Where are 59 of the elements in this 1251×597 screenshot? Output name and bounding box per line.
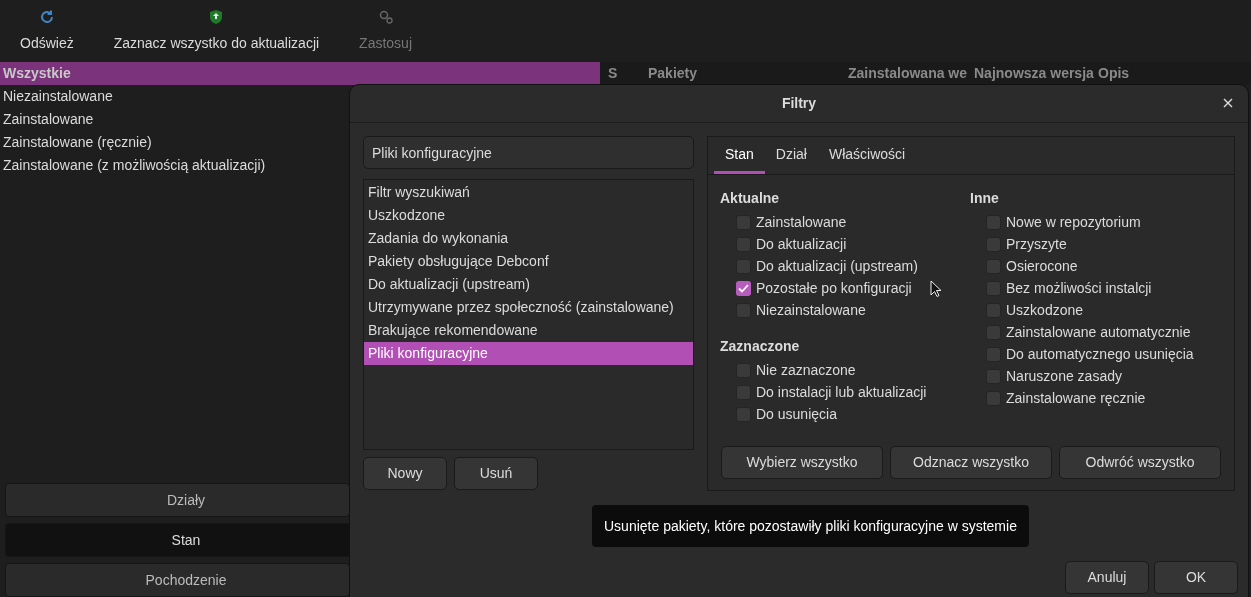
gears-icon	[377, 8, 394, 25]
column-header[interactable]: Pakiety	[640, 63, 840, 84]
checkbox-label: Do automatycznego usunięcia	[1006, 344, 1194, 364]
tab[interactable]: Właściwości	[817, 137, 917, 174]
shield-arrow-icon	[208, 8, 225, 25]
toolbar-button[interactable]: Odśwież	[0, 0, 94, 62]
checkbox-label: Nowe w repozytorium	[1006, 212, 1141, 232]
dialog-button[interactable]: Anuluj	[1065, 561, 1149, 594]
toolbar-button[interactable]: Zaznacz wszystko do aktualizacji	[93, 0, 340, 62]
dialog-button[interactable]: OK	[1154, 561, 1238, 594]
checkbox-label: Do aktualizacji (upstream)	[756, 256, 918, 276]
tab[interactable]: Stan	[714, 137, 765, 174]
view-button[interactable]: Stan	[5, 523, 350, 557]
checkbox[interactable]	[736, 280, 751, 296]
section-heading: Aktualne	[720, 188, 781, 208]
section-heading: Zaznaczone	[720, 336, 801, 356]
mouse-cursor-icon	[930, 280, 942, 298]
view-button[interactable]: Pochodzenie	[5, 563, 350, 597]
checkbox-label: Do instalacji lub aktualizacji	[756, 382, 927, 402]
filter-list-item[interactable]: Utrzymywane przez społeczność (zainstalowane)	[364, 296, 693, 319]
column-header[interactable]: Opis	[1094, 63, 1130, 84]
column-header[interactable]: S	[600, 63, 640, 84]
checkbox-label: Bez możliwości instalcji	[1006, 278, 1152, 298]
list-button[interactable]: Nowy	[363, 457, 447, 490]
filter-list-item[interactable]: Brakujące rekomendowane	[364, 319, 693, 342]
filter-list-item[interactable]: Pakiety obsługujące Debconf	[364, 250, 693, 273]
column-header[interactable]: Zainstalowana we	[840, 63, 970, 84]
tab[interactable]: Dział	[764, 137, 818, 174]
checkbox-label: Naruszone zasady	[1006, 366, 1122, 386]
dialog-title: Filtry	[781, 94, 817, 113]
section-heading: Inne	[970, 188, 1000, 208]
checkbox-label: Zainstalowane automatycznie	[1006, 322, 1191, 342]
checkbox-label: Do usunięcia	[756, 404, 837, 424]
checkbox-label: Nie zaznaczone	[756, 360, 856, 380]
check-icon	[738, 283, 749, 293]
checkbox-label: Osierocone	[1006, 256, 1078, 276]
list-button[interactable]: Usuń	[454, 457, 538, 490]
refresh-icon	[38, 8, 55, 25]
tooltip: Usunięte pakiety, które pozostawiły pliki konfiguracyjne w systemie	[592, 505, 1029, 547]
filter-name-field[interactable]: Pliki konfiguracyjne	[363, 136, 694, 169]
checkbox-label: Przyszyte	[1006, 234, 1067, 254]
checkbox-label: Zainstalowane	[756, 212, 847, 232]
filter-list-item[interactable]: Zadania do wykonania	[364, 227, 693, 250]
checkbox-label: Zainstalowane ręcznie	[1006, 388, 1146, 408]
view-button[interactable]: Działy	[5, 483, 350, 517]
filter-list-item[interactable]: Uszkodzone	[364, 204, 693, 227]
checkbox-label: Niezainstalowane	[756, 300, 866, 320]
filter-list-item[interactable]: Pliki konfiguracyjne	[364, 342, 693, 365]
category-item[interactable]: Wszystkie	[0, 62, 600, 85]
checkbox-label: Pozostałe po konfiguracji	[756, 278, 912, 298]
panel-button[interactable]: Wybierz wszystko	[721, 446, 883, 479]
panel-button[interactable]: Odznacz wszystko	[890, 446, 1052, 479]
checkbox-label: Uszkodzone	[1006, 300, 1084, 320]
close-icon	[1223, 98, 1233, 108]
filter-list-item[interactable]: Do aktualizacji (upstream)	[364, 273, 693, 296]
checkbox-label: Do aktualizacji	[756, 234, 847, 254]
filter-list-item[interactable]: Filtr wyszukiwań	[364, 181, 693, 204]
column-header[interactable]: Najnowsza wersja	[970, 63, 1094, 84]
panel-button[interactable]: Odwróć wszystko	[1059, 446, 1221, 479]
